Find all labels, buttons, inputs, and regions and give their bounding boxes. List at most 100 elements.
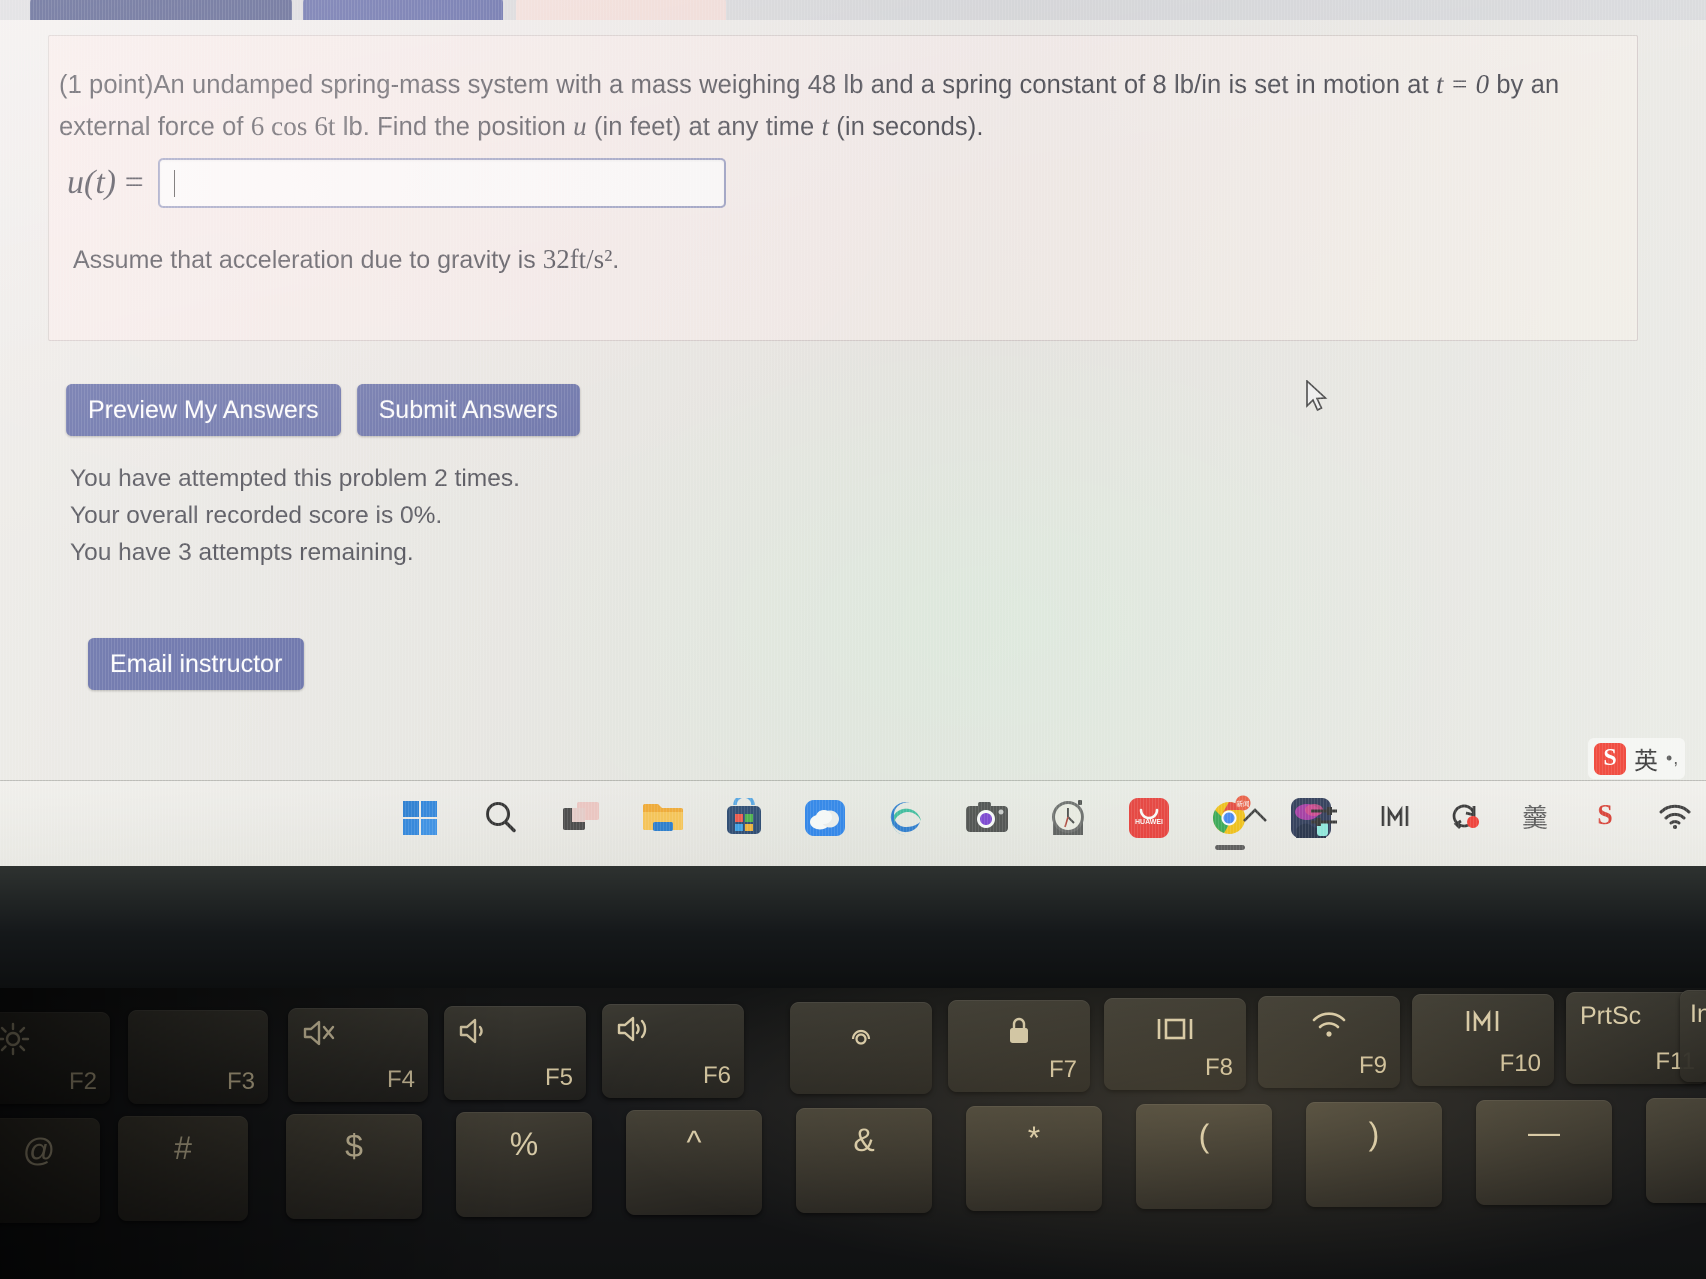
key-underscore[interactable]: — bbox=[1476, 1100, 1612, 1205]
browser-tab-2[interactable] bbox=[303, 0, 503, 20]
key-paren-close[interactable]: ) bbox=[1306, 1102, 1442, 1207]
preview-my-answers-button[interactable]: Preview My Answers bbox=[66, 384, 341, 436]
sliders-icon[interactable] bbox=[1304, 795, 1346, 837]
key-percent[interactable]: % bbox=[456, 1112, 592, 1217]
key-f3-label: F3 bbox=[226, 1068, 255, 1095]
volume-mute-icon bbox=[302, 1018, 338, 1055]
windows-start-icon[interactable] bbox=[395, 793, 445, 843]
key-f5-label: F5 bbox=[544, 1064, 573, 1091]
key-caret[interactable]: ^ bbox=[626, 1110, 762, 1215]
attempts-line: You have attempted this problem 2 times. bbox=[70, 465, 520, 492]
key-f9-label: F9 bbox=[1358, 1052, 1387, 1079]
huawei-wordmark: HUAWEI bbox=[1135, 819, 1163, 826]
huawei-appgallery-icon[interactable]: HUAWEI bbox=[1124, 793, 1174, 843]
key-at[interactable]: @ bbox=[0, 1118, 100, 1223]
email-instructor-button[interactable]: Email instructor bbox=[88, 638, 305, 690]
volume-down-icon bbox=[458, 1016, 494, 1053]
gravity-assumption: Assume that acceleration due to gravity … bbox=[73, 244, 619, 275]
math-force: 6 cos 6t bbox=[250, 111, 336, 141]
brightness-icon bbox=[0, 1022, 30, 1063]
key-caret-glyph: ^ bbox=[686, 1124, 702, 1160]
key-f4-label: F4 bbox=[386, 1066, 415, 1093]
key-microphone[interactable] bbox=[790, 1002, 932, 1094]
cjk-glyph-icon[interactable]: 羹 bbox=[1514, 795, 1556, 837]
answer-label: u(t) = bbox=[67, 164, 144, 201]
attempt-status: You have attempted this problem 2 times.… bbox=[70, 460, 520, 571]
key-dollar[interactable]: $ bbox=[286, 1114, 422, 1219]
search-icon[interactable] bbox=[476, 793, 526, 843]
laptop-keyboard: F2 F3 F4 F5 F6 F7 F8 F9 F10 PrtSc F11 In… bbox=[0, 988, 1706, 1279]
browser-tab-1[interactable] bbox=[30, 0, 292, 20]
math-t: t bbox=[821, 111, 830, 141]
laptop-bezel bbox=[0, 866, 1706, 988]
key-asterisk-glyph: * bbox=[1027, 1120, 1041, 1156]
key-f10[interactable]: F10 bbox=[1412, 994, 1554, 1086]
key-f3[interactable]: F3 bbox=[128, 1010, 268, 1104]
key-ampersand[interactable]: & bbox=[796, 1108, 932, 1213]
problem-statement: (1 point)An undamped spring-mass system … bbox=[59, 64, 1609, 148]
edge-browser-icon[interactable] bbox=[881, 793, 931, 843]
key-paren-close-glyph: ) bbox=[1368, 1116, 1380, 1152]
key-plus[interactable] bbox=[1646, 1098, 1706, 1203]
assume-math: 32ft/s² bbox=[542, 244, 613, 274]
lock-icon bbox=[1006, 1016, 1032, 1053]
sogou-ime-icon[interactable]: S bbox=[1594, 742, 1626, 775]
browser-tab-strip bbox=[0, 0, 1706, 20]
statement-part-3: lb. Find the position bbox=[335, 113, 574, 141]
volume-up-icon bbox=[616, 1014, 654, 1051]
prtsc-glyph: PrtSc bbox=[1580, 1002, 1642, 1030]
onedrive-icon[interactable] bbox=[800, 793, 850, 843]
text-caret bbox=[173, 169, 176, 197]
chevron-up-icon[interactable] bbox=[1234, 795, 1276, 837]
browser-tab-3[interactable] bbox=[516, 0, 726, 20]
statement-part-4: (in feet) at any time bbox=[586, 113, 822, 141]
submit-answers-button[interactable]: Submit Answers bbox=[356, 384, 580, 436]
system-tray: 羹 S bbox=[1234, 795, 1696, 837]
key-f2-label: F2 bbox=[68, 1068, 97, 1095]
assume-prefix: Assume that acceleration due to gravity … bbox=[73, 246, 543, 274]
file-explorer-icon[interactable] bbox=[638, 793, 688, 843]
math-u: u bbox=[573, 111, 587, 141]
problem-card: (1 point)An undamped spring-mass system … bbox=[48, 35, 1638, 341]
camera-icon[interactable] bbox=[962, 793, 1012, 843]
assume-suffix: . bbox=[612, 246, 620, 274]
wifi-icon[interactable] bbox=[1654, 795, 1696, 837]
key-underscore-glyph: — bbox=[1528, 1114, 1560, 1150]
key-f4[interactable]: F4 bbox=[288, 1008, 428, 1102]
key-f2[interactable]: F2 bbox=[0, 1012, 110, 1104]
key-hash[interactable]: # bbox=[118, 1116, 248, 1221]
wifi-icon bbox=[1311, 1010, 1347, 1047]
key-asterisk[interactable]: * bbox=[966, 1106, 1102, 1211]
key-ampersand-glyph: & bbox=[853, 1122, 875, 1158]
task-view-icon[interactable] bbox=[557, 793, 607, 843]
clock-icon[interactable] bbox=[1043, 793, 1093, 843]
key-f7-label: F7 bbox=[1048, 1056, 1077, 1083]
meter-icon[interactable] bbox=[1374, 795, 1416, 837]
windows-taskbar: HUAWEI 新闻 羹 S bbox=[0, 780, 1706, 866]
key-paren-open[interactable]: ( bbox=[1136, 1104, 1272, 1209]
mouse-cursor bbox=[1305, 379, 1331, 419]
ime-mode-label[interactable]: 英 bbox=[1634, 741, 1658, 776]
key-f5[interactable]: F5 bbox=[444, 1006, 586, 1100]
key-at-glyph: @ bbox=[22, 1132, 56, 1168]
ime-punct-icon[interactable]: •, bbox=[1666, 748, 1679, 769]
laptop-screen: (1 point)An undamped spring-mass system … bbox=[0, 0, 1706, 866]
key-f9[interactable]: F9 bbox=[1258, 996, 1400, 1088]
key-insert[interactable]: Ins bbox=[1680, 990, 1706, 1082]
ins-glyph: Ins bbox=[1690, 1000, 1706, 1028]
answer-input[interactable] bbox=[157, 158, 726, 208]
rotate-refresh-icon[interactable] bbox=[1444, 795, 1486, 837]
key-paren-open-glyph: ( bbox=[1198, 1118, 1210, 1154]
answer-row: u(t) = bbox=[67, 158, 726, 208]
statement-part-1: An undamped spring-mass system with a ma… bbox=[153, 71, 1436, 99]
statement-part-5: (in seconds). bbox=[829, 113, 984, 141]
taskbar-app-row: HUAWEI 新闻 bbox=[395, 793, 1336, 850]
sogou-ime-tray-icon[interactable]: S bbox=[1584, 795, 1626, 837]
microsoft-store-icon[interactable] bbox=[719, 793, 769, 843]
key-f8[interactable]: F8 bbox=[1104, 998, 1246, 1090]
key-f6-label: F6 bbox=[702, 1062, 731, 1089]
display-switch-icon bbox=[1155, 1014, 1195, 1051]
sogou-ime-indicator[interactable]: S 英 •, bbox=[1588, 738, 1686, 779]
key-f6[interactable]: F6 bbox=[602, 1004, 744, 1098]
key-f7[interactable]: F7 bbox=[948, 1000, 1090, 1092]
